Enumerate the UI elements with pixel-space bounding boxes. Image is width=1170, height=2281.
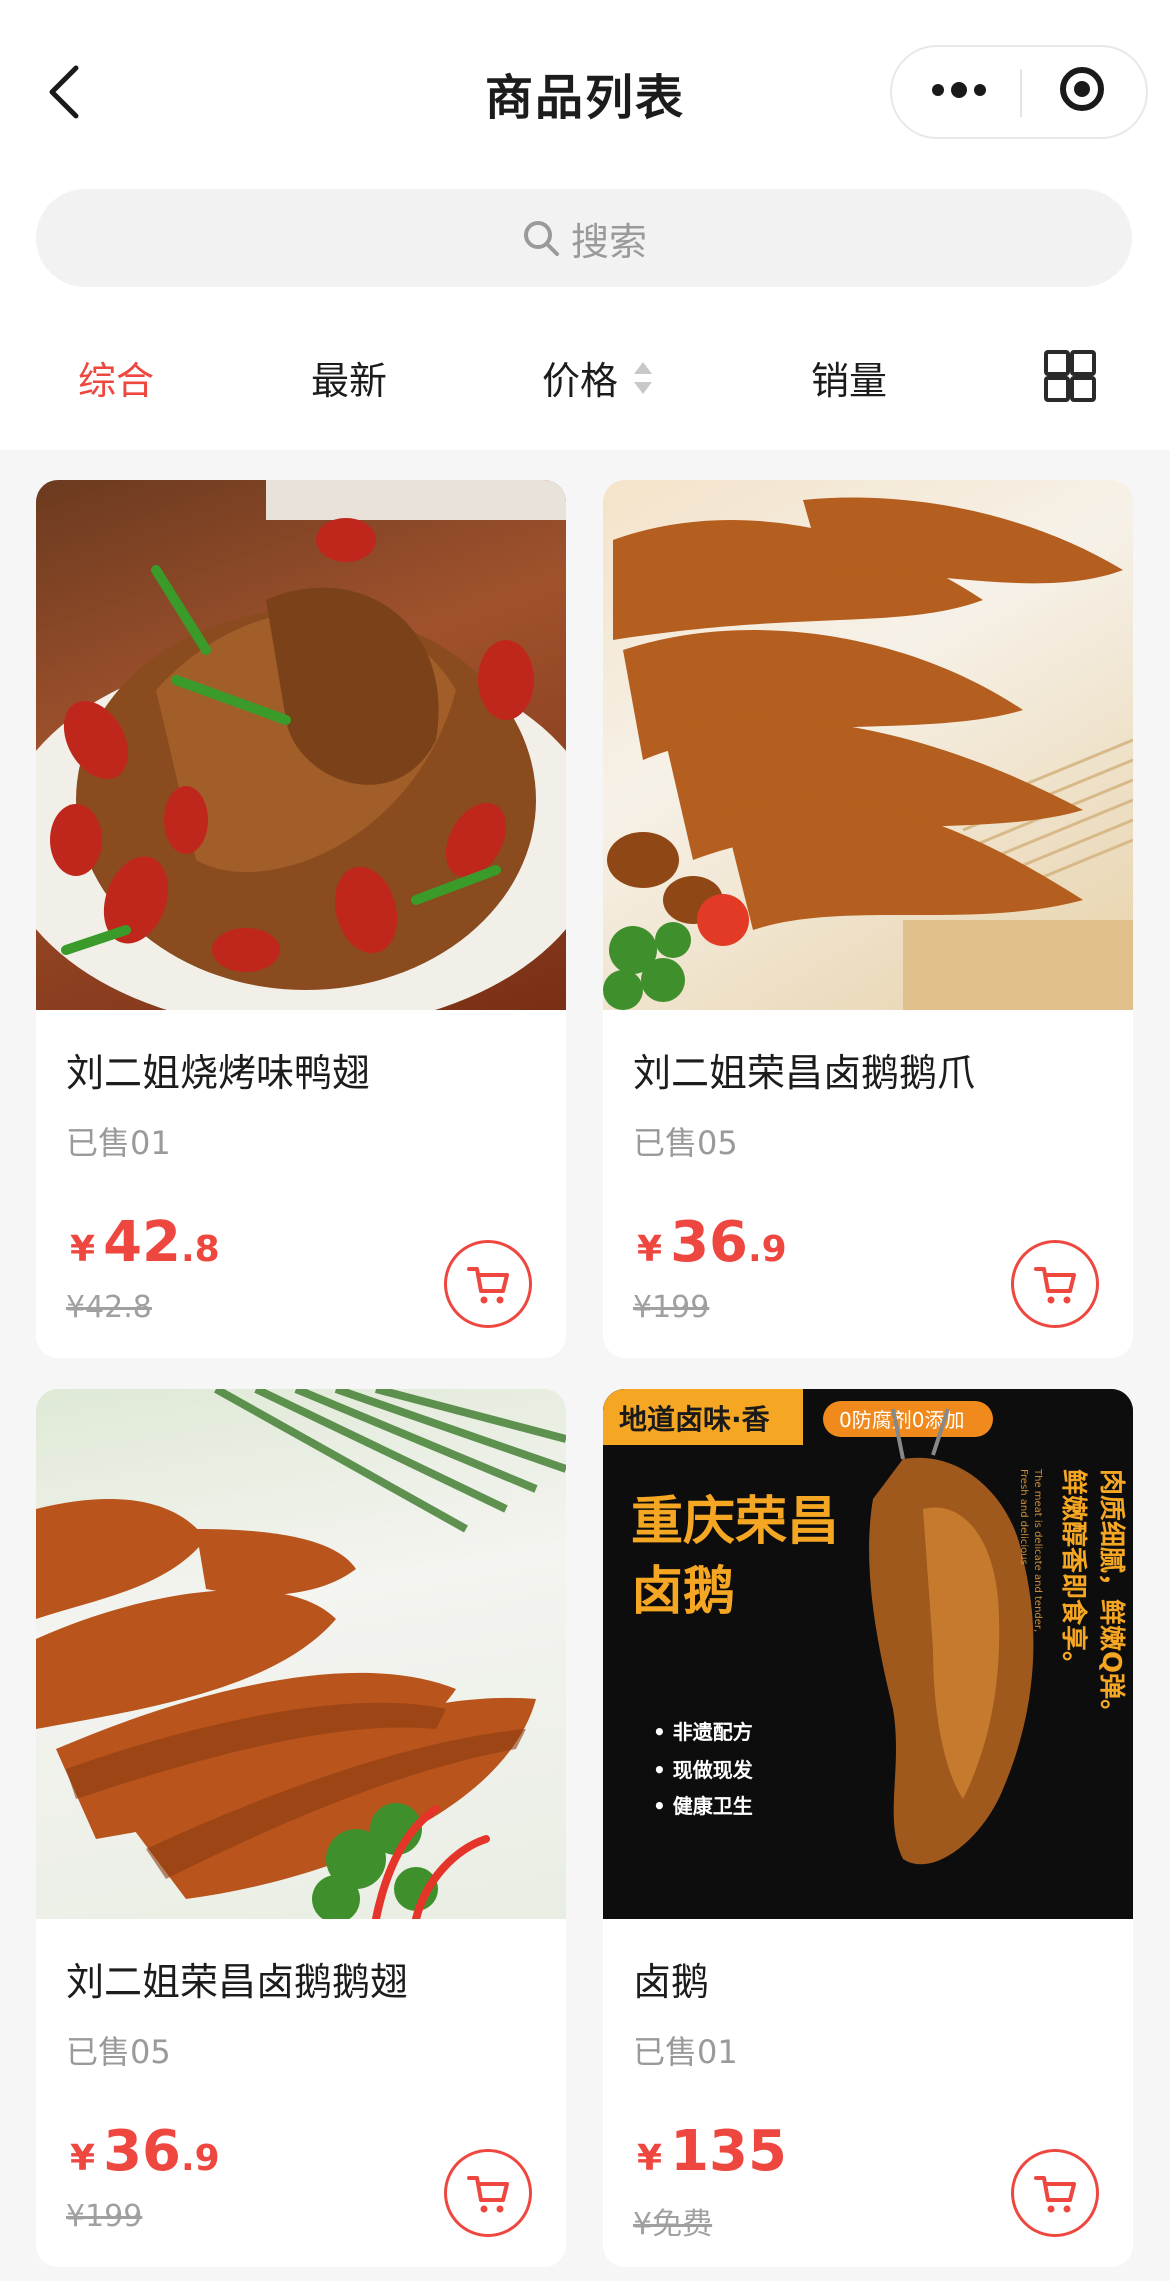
add-to-cart-button[interactable]: [444, 1240, 532, 1328]
poster-vertical-text-1: 肉质细腻，鲜嫩Q弹。: [1096, 1469, 1127, 1725]
product-price: ¥36.9: [70, 2119, 220, 2184]
poster-vertical-text-2: 鲜嫩醇香即食享。: [1058, 1469, 1089, 1677]
tab-price[interactable]: 价格: [542, 350, 618, 405]
poster-bullet: • 非遗配方: [653, 1720, 753, 1744]
cart-icon: [467, 1267, 509, 1304]
poster-small-text-2: Fresh and delicious: [1018, 1469, 1029, 1565]
poster-banner-text: 地道卤味·香: [619, 1403, 770, 1436]
close-miniprogram-icon[interactable]: [1060, 67, 1104, 111]
product-card[interactable]: 刘二姐荣昌卤鹅鹅爪 已售05 ¥36.9 ¥199: [603, 480, 1133, 1358]
poster-bullet: • 健康卫生: [653, 1794, 753, 1818]
poster-bullet: • 现做现发: [653, 1758, 754, 1782]
more-icon[interactable]: [932, 80, 993, 100]
capsule-divider: [1020, 69, 1022, 117]
sold-count: 已售05: [633, 1124, 738, 1162]
product-image-goose-wings: [36, 1389, 566, 1919]
search-input[interactable]: 搜索: [36, 189, 1132, 287]
product-image-goose-feet: [603, 480, 1133, 1010]
sort-tabs: 综合 最新 价格 销量: [0, 310, 1170, 450]
product-card[interactable]: 刘二姐烧烤味鸭翅 已售01 ¥42.8 ¥42.8: [36, 480, 566, 1358]
poster-headline-1: 重庆荣昌: [631, 1492, 839, 1552]
product-price: ¥135: [637, 2119, 787, 2184]
cart-icon: [467, 2176, 509, 2213]
sold-count: 已售01: [633, 2033, 738, 2071]
cart-icon: [1034, 2176, 1076, 2213]
product-price: ¥42.8: [70, 1210, 220, 1275]
product-image-braised-goose-poster: 地道卤味·香 0防腐剂0添加 重庆荣昌 卤鹅 • 非遗配方 • 现做现发 • 健…: [603, 1389, 1133, 1919]
product-card[interactable]: 刘二姐荣昌卤鹅鹅翅 已售05 ¥36.9 ¥199: [36, 1389, 566, 2267]
add-to-cart-button[interactable]: [1011, 1240, 1099, 1328]
product-price: ¥36.9: [637, 1210, 787, 1275]
header: 商品列表: [0, 0, 1170, 180]
product-image-duck-wings: [36, 480, 566, 1010]
search-placeholder: 搜索: [570, 219, 647, 264]
add-to-cart-button[interactable]: [1011, 2149, 1099, 2237]
product-name: 卤鹅: [633, 1960, 710, 2004]
tab-sales[interactable]: 销量: [811, 350, 887, 405]
original-price: ¥42.8: [66, 1290, 152, 1325]
search-icon: [523, 221, 559, 256]
original-price: ¥199: [66, 2199, 143, 2234]
cart-icon: [1034, 1267, 1076, 1304]
tab-comprehensive[interactable]: 综合: [78, 350, 154, 405]
mini-program-capsule: [890, 45, 1148, 139]
product-card[interactable]: 地道卤味·香 0防腐剂0添加 重庆荣昌 卤鹅 • 非遗配方 • 现做现发 • 健…: [603, 1389, 1133, 2267]
original-price: ¥199: [633, 1290, 710, 1325]
sort-arrows-icon[interactable]: [632, 358, 654, 398]
sold-count: 已售05: [66, 2033, 171, 2071]
search-bar-container: 搜索: [0, 180, 1170, 310]
sold-count: 已售01: [66, 1124, 171, 1162]
original-price: ¥免费: [633, 2207, 713, 2242]
poster-small-text-1: The meat is delicate and tender,: [1032, 1468, 1043, 1632]
product-name: 刘二姐荣昌卤鹅鹅翅: [66, 1960, 409, 2004]
poster-headline-2: 卤鹅: [631, 1562, 735, 1622]
product-name: 刘二姐荣昌卤鹅鹅爪: [633, 1051, 976, 1095]
product-name: 刘二姐烧烤味鸭翅: [66, 1051, 371, 1095]
add-to-cart-button[interactable]: [444, 2149, 532, 2237]
tab-newest[interactable]: 最新: [311, 350, 387, 405]
grid-view-icon[interactable]: [1044, 350, 1096, 402]
